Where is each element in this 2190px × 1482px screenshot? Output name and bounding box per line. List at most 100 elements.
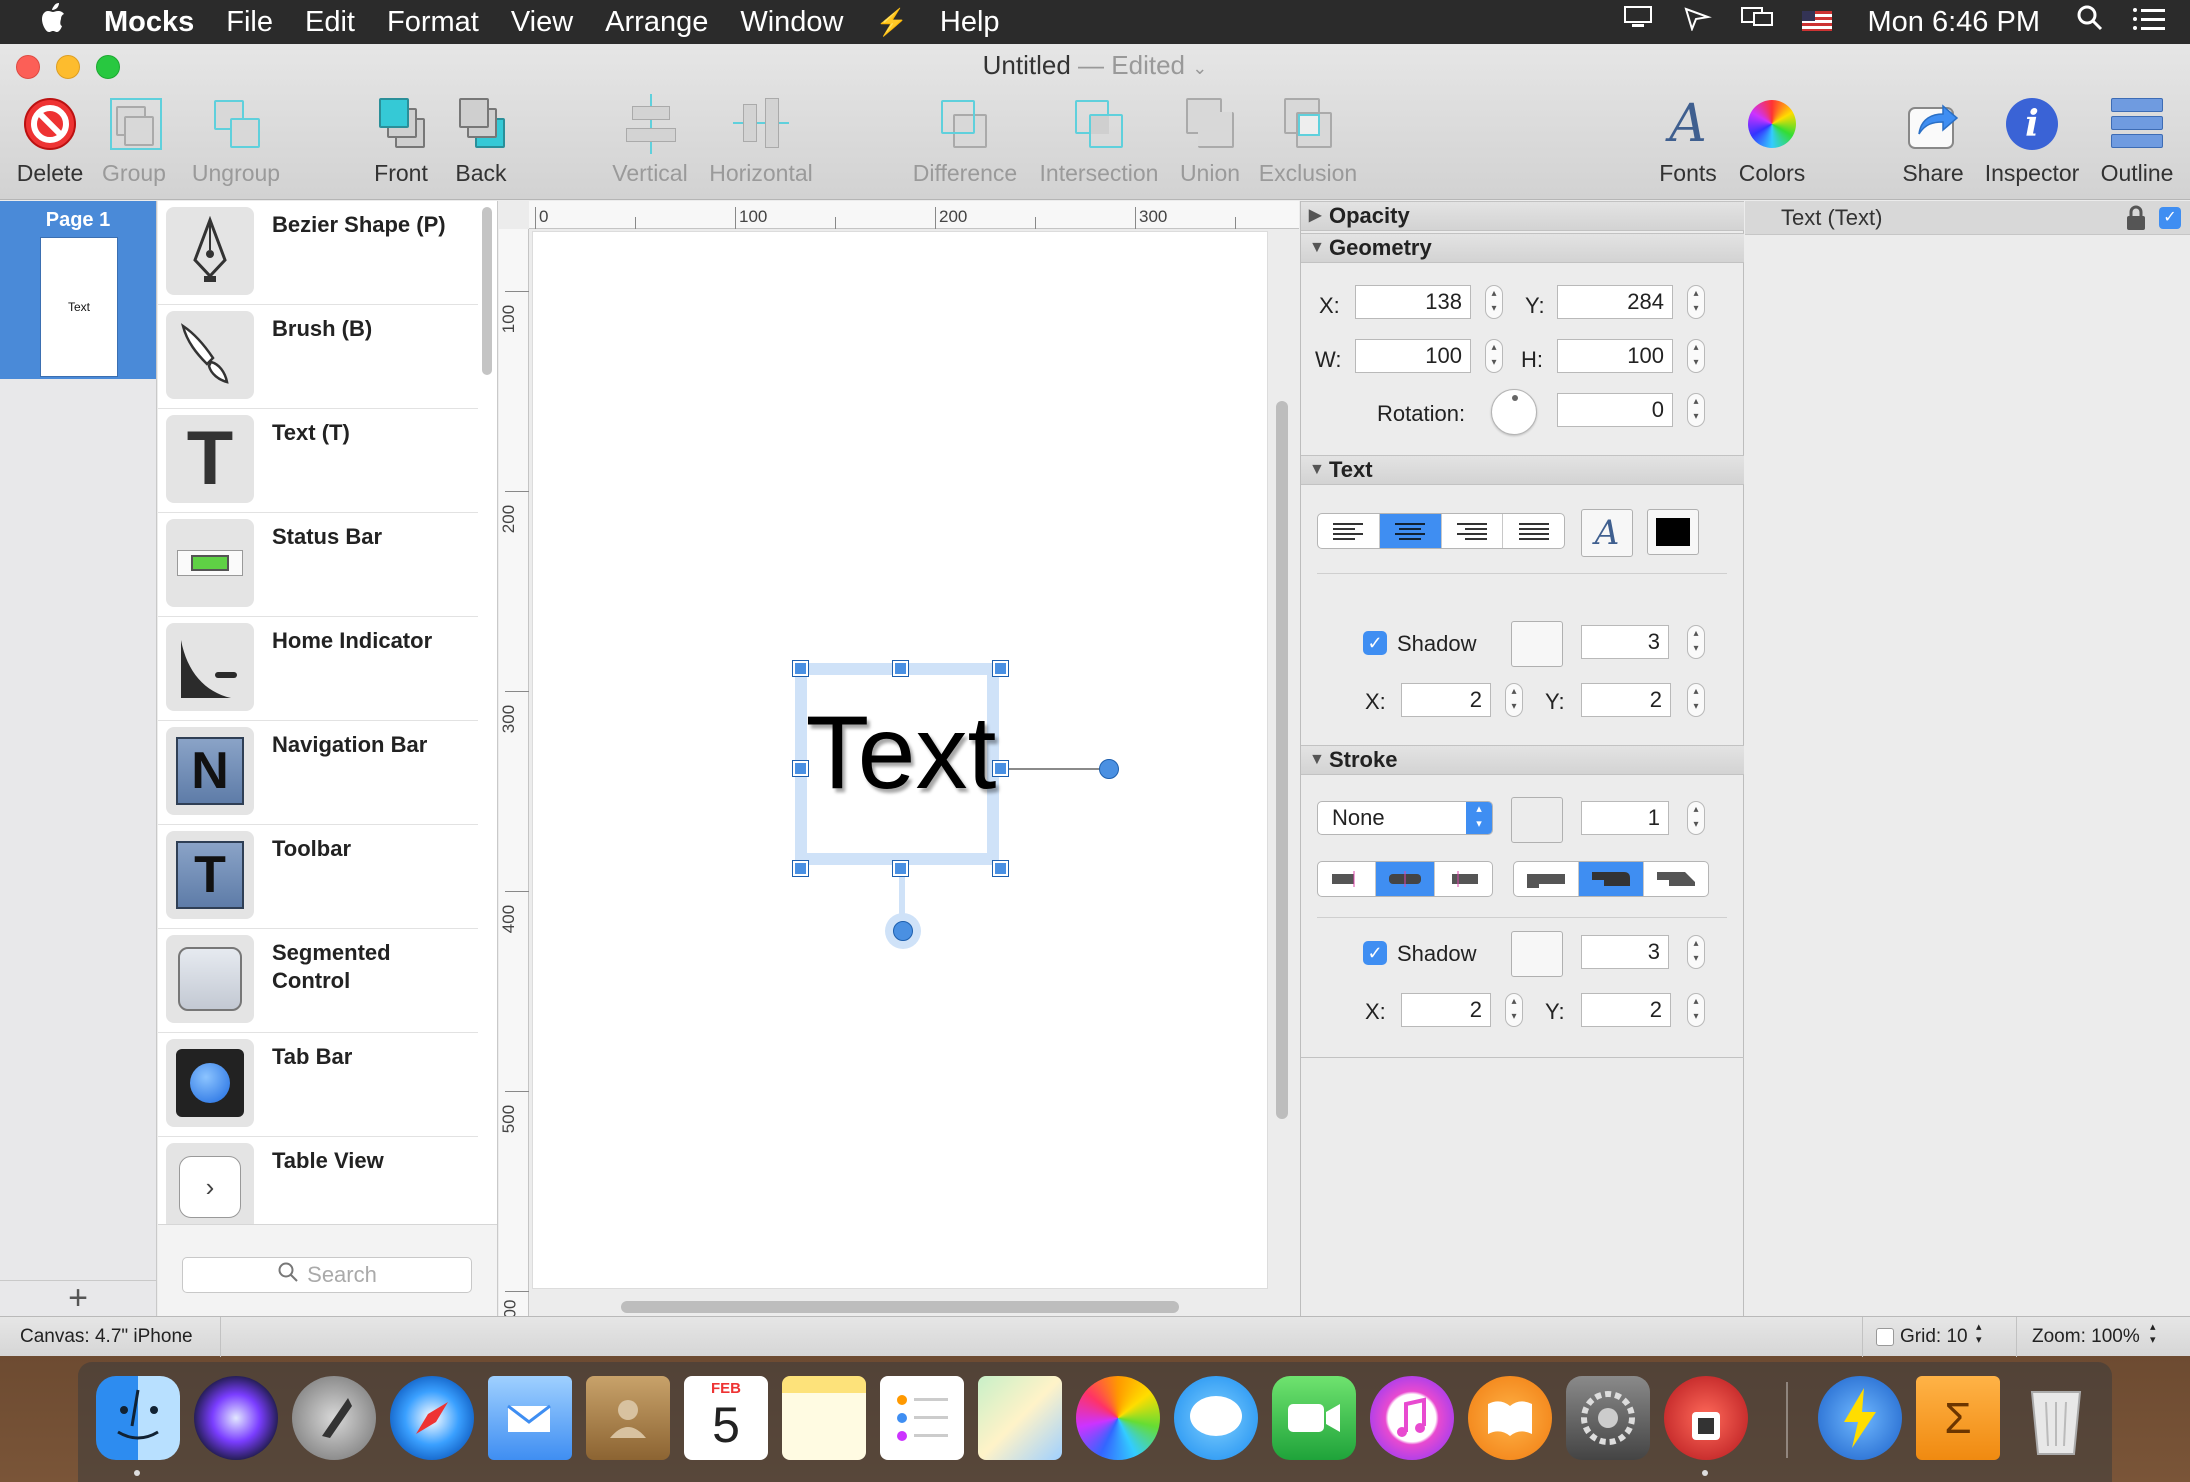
soulver-icon[interactable]: Σ [1916, 1376, 2000, 1460]
stroke-position-control[interactable] [1317, 861, 1493, 897]
resize-handle-bottom-left[interactable] [792, 860, 809, 877]
maps-icon[interactable] [978, 1376, 1062, 1460]
height-stepper[interactable]: ▴ ▾ [1687, 339, 1705, 373]
ungroup-button[interactable]: Ungroup [186, 94, 286, 187]
resize-handle-bottom-right[interactable] [992, 860, 1009, 877]
inspector-button[interactable]: i Inspector [1980, 94, 2084, 187]
resize-handle-right[interactable] [992, 760, 1009, 777]
library-search-input[interactable]: Search [182, 1257, 472, 1293]
trash-icon[interactable] [2014, 1376, 2098, 1460]
canvas-horizontal-scrollbar[interactable] [621, 1301, 1179, 1313]
mail-icon[interactable] [488, 1376, 572, 1460]
itunes-icon[interactable] [1370, 1376, 1454, 1460]
resize-handle-left[interactable] [792, 760, 809, 777]
stroke-shadow-x-stepper[interactable]: ▴ ▾ [1505, 993, 1523, 1027]
library-item[interactable]: Home Indicator [158, 617, 478, 721]
stroke-shadow-blur-stepper[interactable]: ▴ ▾ [1687, 935, 1705, 969]
library-item[interactable]: Brush (B) [158, 305, 478, 409]
stroke-shadow-y-stepper[interactable]: ▴ ▾ [1687, 993, 1705, 1027]
siri-icon[interactable] [194, 1376, 278, 1460]
y-field[interactable]: 284 [1557, 285, 1673, 319]
align-right-icon[interactable] [1442, 514, 1504, 548]
align-horizontal-button[interactable]: Horizontal [706, 94, 816, 187]
library-item[interactable]: Tab Bar [158, 1033, 478, 1137]
zoom-stepper-icon[interactable]: ▴ ▾ [2150, 1321, 2156, 1347]
x-stepper[interactable]: ▴ ▾ [1485, 285, 1503, 319]
rotation-handle-bottom[interactable] [885, 913, 921, 949]
share-button[interactable]: Share [1900, 94, 1966, 187]
align-center-icon[interactable] [1379, 514, 1442, 548]
text-shadow-y-stepper[interactable]: ▴ ▾ [1687, 683, 1705, 717]
fonts-button[interactable]: A Fonts [1656, 94, 1720, 187]
resize-handle-top-left[interactable] [792, 660, 809, 677]
bevel-join-icon[interactable] [1644, 862, 1708, 896]
launchpad-icon[interactable] [292, 1376, 376, 1460]
display-menu-icon[interactable] [1608, 5, 1668, 39]
group-button[interactable]: Group [98, 94, 170, 187]
library-item[interactable]: T Toolbar [158, 825, 478, 929]
grid-size-popup[interactable]: Grid: 10 [1900, 1326, 1968, 1348]
text-shadow-y-field[interactable]: 2 [1581, 683, 1671, 717]
add-page-button[interactable]: + [0, 1280, 156, 1316]
stroke-style-popup[interactable]: None ▴ ▾ [1317, 801, 1493, 835]
menu-format[interactable]: Format [371, 6, 495, 39]
canvas-vertical-scrollbar[interactable] [1276, 401, 1288, 1119]
menu-clock[interactable]: Mon 6:46 PM [1846, 6, 2062, 39]
miter-join-icon[interactable] [1514, 862, 1579, 896]
resize-handle-top[interactable] [892, 660, 909, 677]
menu-arrange[interactable]: Arrange [589, 6, 724, 39]
union-button[interactable]: Union [1176, 94, 1244, 187]
library-item[interactable]: Bezier Shape (P) [158, 201, 478, 305]
calendar-icon[interactable]: FEB 5 [684, 1376, 768, 1460]
text-shadow-blur-stepper[interactable]: ▴ ▾ [1687, 625, 1705, 659]
stroke-section-header[interactable]: ▼ Stroke [1301, 745, 1744, 775]
difference-button[interactable]: Difference [908, 94, 1022, 187]
canvas-size-label[interactable]: Canvas: 4.7" iPhone [20, 1326, 193, 1348]
align-vertical-button[interactable]: Vertical [608, 94, 692, 187]
stroke-width-field[interactable]: 1 [1581, 801, 1669, 835]
text-shadow-x-stepper[interactable]: ▴ ▾ [1505, 683, 1523, 717]
notes-icon[interactable] [782, 1376, 866, 1460]
reminders-icon[interactable] [880, 1376, 964, 1460]
height-field[interactable]: 100 [1557, 339, 1673, 373]
stroke-shadow-checkbox[interactable]: ✓ [1363, 941, 1387, 965]
library-scrollbar[interactable] [482, 207, 492, 375]
contacts-icon[interactable] [586, 1376, 670, 1460]
delete-button[interactable]: Delete [14, 94, 86, 187]
geometry-section-header[interactable]: ▼ Geometry [1301, 233, 1744, 263]
notification-center-icon[interactable] [2118, 6, 2190, 39]
align-left-icon[interactable] [1318, 514, 1380, 548]
menu-view[interactable]: View [495, 6, 589, 39]
text-shadow-checkbox[interactable]: ✓ [1363, 631, 1387, 655]
system-preferences-icon[interactable] [1566, 1376, 1650, 1460]
library-item[interactable]: › Table View [158, 1137, 478, 1227]
rotation-dial[interactable] [1491, 389, 1537, 435]
spotlight-search-icon[interactable] [2062, 4, 2118, 40]
lock-icon[interactable] [2125, 205, 2147, 241]
rotation-stepper[interactable]: ▴ ▾ [1687, 393, 1705, 427]
rotation-field[interactable]: 0 [1557, 393, 1673, 427]
menu-window[interactable]: Window [724, 6, 859, 39]
stroke-inside-icon[interactable] [1318, 862, 1377, 896]
align-justify-icon[interactable] [1503, 514, 1564, 548]
ibooks-icon[interactable] [1468, 1376, 1552, 1460]
stroke-shadow-x-field[interactable]: 2 [1401, 993, 1491, 1027]
colors-button[interactable]: Colors [1734, 94, 1810, 187]
round-join-icon[interactable] [1579, 862, 1644, 896]
send-to-back-button[interactable]: Back [448, 94, 514, 187]
text-alignment-control[interactable] [1317, 513, 1565, 549]
menu-app-name[interactable]: Mocks [88, 6, 210, 39]
resize-handle-top-right[interactable] [992, 660, 1009, 677]
grid-checkbox[interactable] [1876, 1328, 1894, 1346]
opacity-section-header[interactable]: ▶ Opacity [1301, 201, 1744, 231]
us-flag-input-icon[interactable] [1788, 6, 1846, 39]
stroke-shadow-y-field[interactable]: 2 [1581, 993, 1671, 1027]
text-section-header[interactable]: ▼ Text [1301, 455, 1744, 485]
photos-icon[interactable] [1076, 1376, 1160, 1460]
grid-stepper-icon[interactable]: ▴ ▾ [1976, 1321, 1982, 1347]
text-shadow-color-well[interactable] [1511, 621, 1563, 667]
library-item[interactable]: N Navigation Bar [158, 721, 478, 825]
menu-help[interactable]: Help [924, 6, 1016, 39]
library-item[interactable]: Status Bar [158, 513, 478, 617]
resize-handle-bottom[interactable] [892, 860, 909, 877]
